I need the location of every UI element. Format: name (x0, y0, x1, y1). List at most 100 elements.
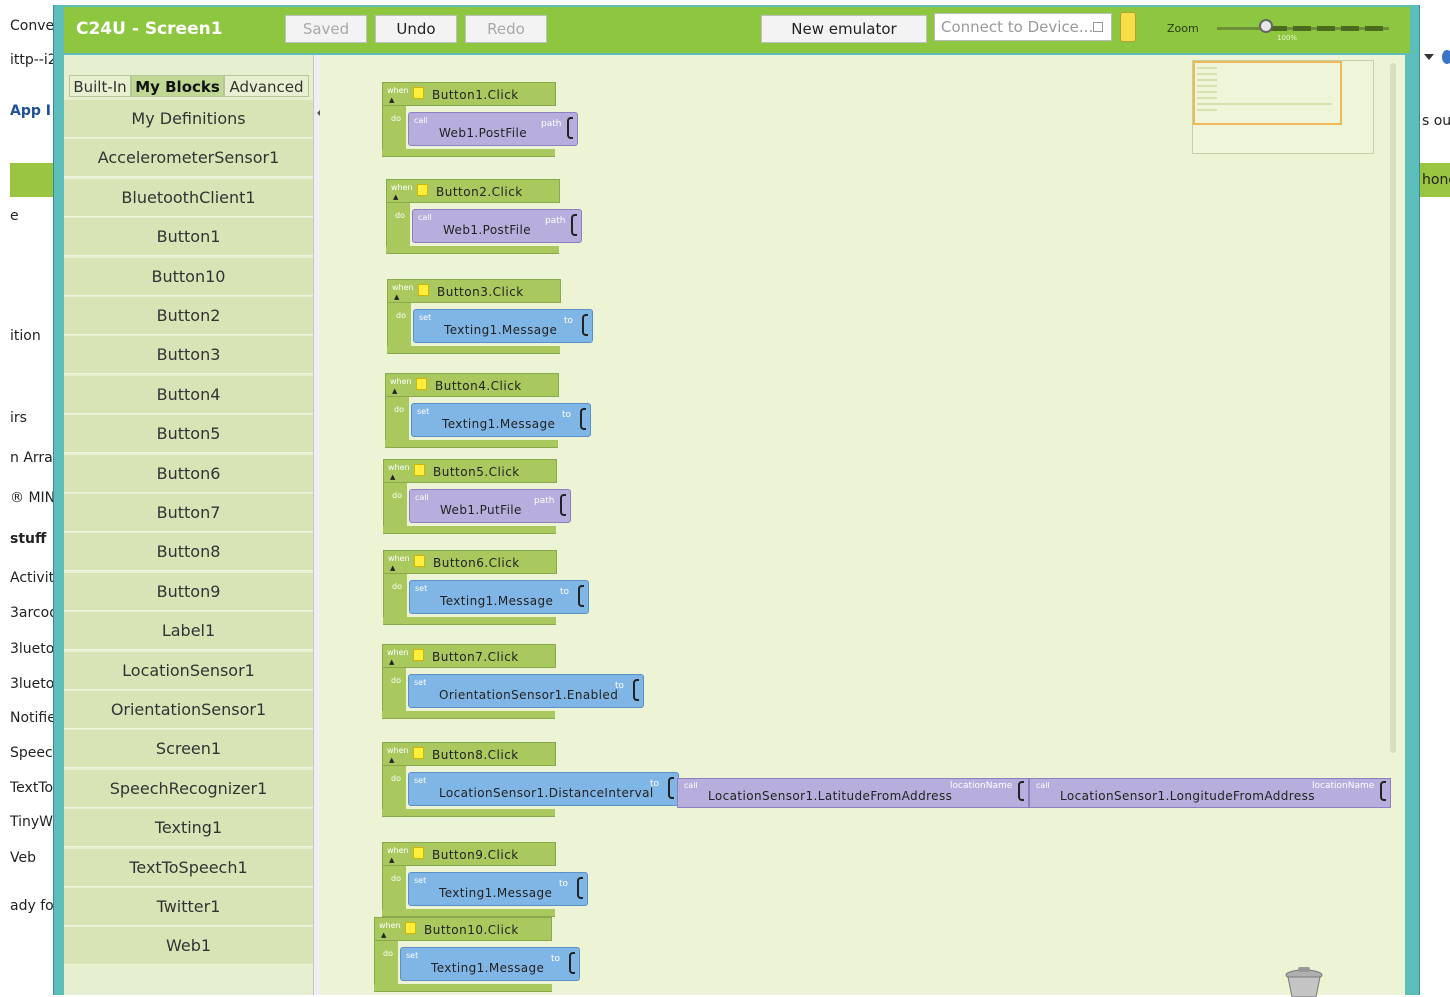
set-block[interactable]: set Texting1.Message to (400, 947, 580, 981)
event-block-header[interactable]: when ▲ Button7.Click (382, 644, 556, 668)
drawer-item[interactable]: Twitter1 (64, 888, 313, 926)
socket-notch[interactable] (567, 117, 573, 139)
collapse-triangle-icon[interactable]: ▲ (390, 473, 395, 481)
drawer-item[interactable]: AccelerometerSensor1 (64, 139, 313, 178)
set-block[interactable]: set Texting1.Message to (413, 309, 593, 343)
new-emulator-button[interactable]: New emulator (761, 15, 927, 43)
event-block-header[interactable]: when ▲ Button4.Click (385, 373, 559, 397)
tab-built-in[interactable]: Built-In (69, 75, 131, 97)
socket-notch[interactable] (580, 408, 586, 430)
socket-notch[interactable] (578, 585, 584, 607)
workspace-scrollbar[interactable] (1390, 63, 1396, 753)
event-block-header[interactable]: when ▲ Button1.Click (382, 82, 556, 106)
event-block-header[interactable]: when ▲ Button6.Click (383, 550, 557, 574)
do-label: do (395, 211, 405, 220)
undo-button[interactable]: Undo (375, 15, 457, 43)
block-text: LocationSensor1.DistanceInterval (439, 786, 654, 800)
set-block[interactable]: set Texting1.Message to (408, 872, 588, 906)
drawer-item[interactable]: Label1 (64, 612, 313, 651)
drawer-item[interactable]: Button10 (64, 257, 313, 296)
collapse-triangle-icon[interactable]: ▲ (389, 658, 394, 666)
event-name: Button8.Click (432, 748, 519, 762)
drawer-item[interactable]: Button6 (64, 454, 313, 493)
zoom-slider-track[interactable] (1217, 26, 1389, 31)
event-name: Button2.Click (436, 185, 523, 199)
warning-icon (413, 847, 424, 859)
socket-label: locationName (1312, 781, 1375, 791)
event-block-header[interactable]: when ▲ Button10.Click (374, 917, 552, 941)
collapse-triangle-icon[interactable]: ▲ (390, 564, 395, 572)
set-block[interactable]: set Texting1.Message to (409, 580, 589, 614)
blocks-workspace[interactable]: when ▲ Button1.Click do call Web1.PostFile pat… (320, 55, 1405, 997)
zoom-label: Zoom (1167, 22, 1199, 35)
collapse-triangle-icon[interactable]: ▲ (389, 756, 394, 764)
socket-notch[interactable] (1380, 781, 1386, 801)
socket-notch[interactable] (668, 777, 674, 799)
call-block[interactable]: call Web1.PutFile path (409, 489, 571, 523)
zoom-slider-knob[interactable] (1259, 19, 1273, 33)
event-block-header[interactable]: when ▲ Button3.Click (387, 279, 561, 303)
block-text: LocationSensor1.LatitudeFromAddress (708, 789, 953, 803)
dropdown-arrow-icon[interactable] (1424, 54, 1434, 60)
set-block[interactable]: set Texting1.Message to (411, 403, 591, 437)
drawer-item[interactable]: Screen1 (64, 730, 313, 769)
collapse-triangle-icon[interactable]: ▲ (393, 193, 398, 201)
drawer-item[interactable]: Button5 (64, 415, 313, 454)
socket-notch[interactable] (560, 494, 566, 516)
drawer-item[interactable]: Button4 (64, 375, 313, 414)
socket-notch[interactable] (577, 877, 583, 899)
collapse-triangle-icon[interactable]: ▲ (392, 387, 397, 395)
minimap-block (1197, 67, 1217, 69)
socket-label: to (551, 954, 561, 964)
socket-notch[interactable] (569, 952, 575, 974)
tab-advanced[interactable]: Advanced (224, 75, 309, 97)
minimap-viewport[interactable] (1193, 61, 1342, 125)
collapse-triangle-icon[interactable]: ▲ (394, 293, 399, 301)
drawer-item[interactable]: SpeechRecognizer1 (64, 769, 313, 808)
event-block-header[interactable]: when ▲ Button2.Click (386, 179, 560, 203)
collapse-triangle-icon[interactable]: ▲ (389, 96, 394, 104)
event-block-header[interactable]: when ▲ Button8.Click (382, 742, 556, 766)
trash-can-icon[interactable] (1280, 967, 1328, 997)
drawer-item[interactable]: Button7 (64, 494, 313, 532)
blocks-sidebar: Built-In My Blocks Advanced My Definitions… (64, 55, 322, 995)
connect-to-device-dropdown[interactable]: Connect to Device... (934, 13, 1112, 41)
drawer-item[interactable]: Web1 (64, 927, 313, 966)
block-text: Texting1.Message (444, 323, 558, 337)
drawer-item[interactable]: Button9 (64, 572, 313, 611)
event-block-header[interactable]: when ▲ Button9.Click (382, 842, 556, 866)
drawer-item[interactable]: Button2 (64, 297, 313, 335)
drawer-item[interactable]: Button1 (64, 218, 313, 257)
call-return-block[interactable]: call LocationSensor1.LongitudeFromAddress… (1029, 778, 1391, 808)
drawer-item[interactable]: BluetoothClient1 (64, 178, 313, 217)
event-block-footer (383, 526, 556, 534)
call-block[interactable]: call Web1.PostFile path (408, 112, 578, 146)
workspace-minimap[interactable] (1192, 60, 1374, 154)
saved-button[interactable]: Saved (285, 15, 367, 43)
drawer-item[interactable]: TextToSpeech1 (64, 848, 313, 887)
socket-notch[interactable] (582, 314, 588, 336)
set-block[interactable]: set OrientationSensor1.Enabled to (408, 674, 644, 708)
socket-notch[interactable] (633, 679, 639, 701)
minimap-block (1197, 85, 1217, 87)
drawer-item[interactable]: Button8 (64, 533, 313, 572)
call-block[interactable]: call Web1.PostFile path (412, 209, 582, 243)
redo-button[interactable]: Redo (465, 15, 547, 43)
set-label: set (419, 313, 432, 322)
sidebar-splitter[interactable] (313, 55, 320, 995)
drawer-item[interactable]: Button3 (64, 336, 313, 375)
call-return-block[interactable]: call LocationSensor1.LatitudeFromAddress l… (677, 778, 1029, 808)
socket-notch[interactable] (1018, 781, 1024, 801)
collapse-triangle-icon[interactable]: ▲ (381, 931, 386, 939)
drawer-item[interactable]: My Definitions (64, 100, 313, 138)
socket-notch[interactable] (571, 214, 577, 236)
event-block-footer (382, 149, 555, 157)
drawer-item[interactable]: Texting1 (64, 809, 313, 848)
drawer-item[interactable]: OrientationSensor1 (64, 691, 313, 729)
tab-my-blocks[interactable]: My Blocks (131, 75, 224, 97)
set-block[interactable]: set LocationSensor1.DistanceInterval to (408, 772, 679, 806)
drawer-item[interactable]: LocationSensor1 (64, 651, 313, 690)
event-block-header[interactable]: when ▲ Button5.Click (383, 459, 557, 483)
event-block-footer (382, 711, 555, 719)
collapse-triangle-icon[interactable]: ▲ (389, 856, 394, 864)
